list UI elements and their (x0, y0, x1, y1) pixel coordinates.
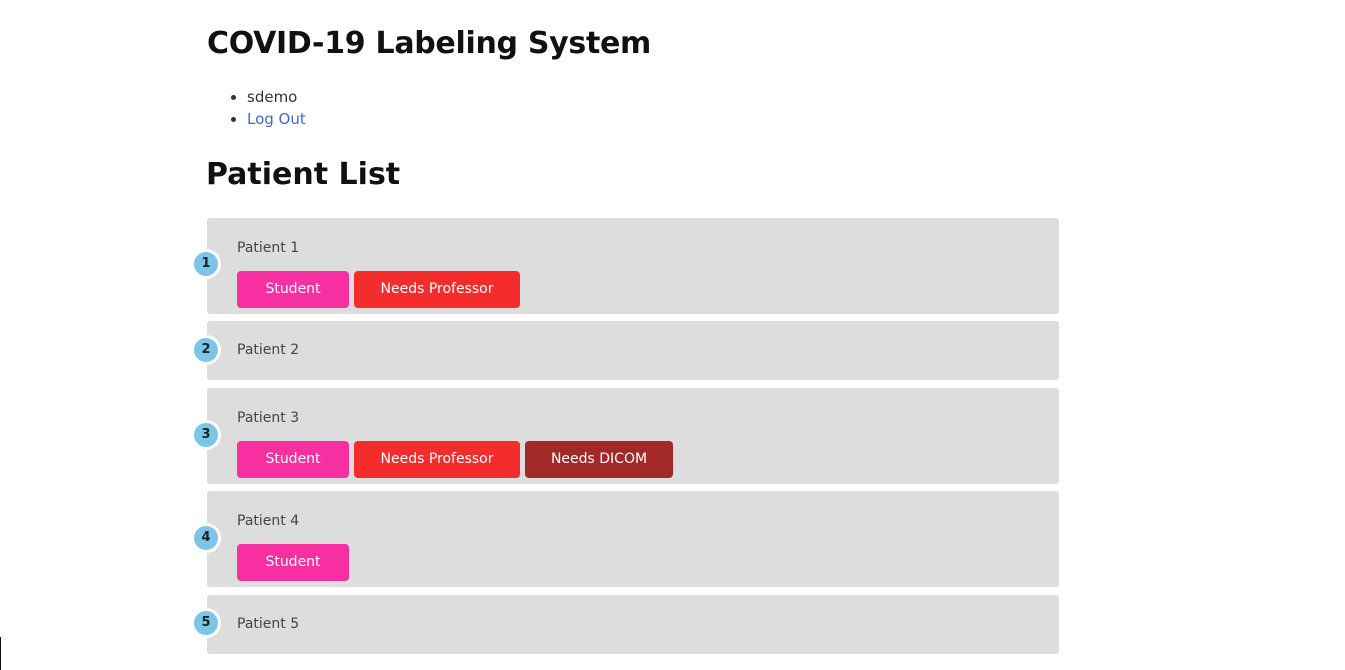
patient-tags: Student Needs Professor (237, 271, 520, 308)
patient-number-badge: 3 (191, 420, 221, 450)
tag-needs-professor[interactable]: Needs Professor (354, 271, 520, 308)
logout-link[interactable]: Log Out (247, 110, 306, 128)
patient-card-3[interactable]: 3 Patient 3 Student Needs Professor Need… (191, 388, 1059, 484)
tag-needs-dicom[interactable]: Needs DICOM (525, 441, 673, 478)
patient-name[interactable]: Patient 2 (237, 341, 299, 359)
tag-student[interactable]: Student (237, 271, 349, 308)
patient-name[interactable]: Patient 3 (237, 409, 299, 427)
tag-needs-professor[interactable]: Needs Professor (354, 441, 520, 478)
patient-name[interactable]: Patient 1 (237, 239, 299, 257)
logout-item: Log Out (247, 108, 306, 130)
app-title: COVID-19 Labeling System (207, 26, 651, 61)
patient-name[interactable]: Patient 4 (237, 512, 299, 530)
patient-card-2[interactable]: 2 Patient 2 (191, 321, 1059, 380)
patient-number-badge: 5 (191, 608, 221, 638)
patient-tags: Student (237, 544, 349, 581)
tag-student[interactable]: Student (237, 544, 349, 581)
patient-card-1[interactable]: 1 Patient 1 Student Needs Professor (191, 218, 1059, 314)
patient-number-badge: 1 (191, 249, 221, 279)
username: sdemo (247, 88, 298, 106)
patient-number-badge: 2 (191, 335, 221, 365)
patient-card-5[interactable]: 5 Patient 5 (191, 595, 1059, 654)
text-cursor (0, 637, 1, 670)
patient-card-4[interactable]: 4 Patient 4 Student (191, 491, 1059, 587)
user-menu: sdemo Log Out (207, 86, 306, 130)
page: COVID-19 Labeling System sdemo Log Out P… (0, 0, 1345, 670)
patient-name[interactable]: Patient 5 (237, 615, 299, 633)
tag-student[interactable]: Student (237, 441, 349, 478)
page-title: Patient List (206, 157, 401, 192)
patient-tags: Student Needs Professor Needs DICOM (237, 441, 673, 478)
patient-number-badge: 4 (191, 523, 221, 553)
username-item: sdemo (247, 86, 306, 108)
